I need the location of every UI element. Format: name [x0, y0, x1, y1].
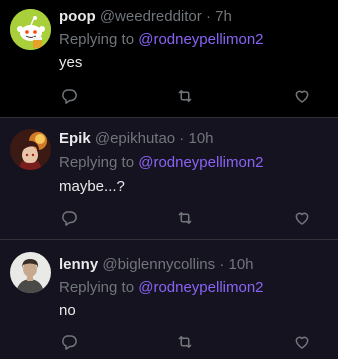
timestamp[interactable]: 10h: [188, 130, 213, 147]
avatar[interactable]: [10, 129, 51, 170]
mention-link[interactable]: @rodneypellimon2: [138, 31, 263, 48]
display-name[interactable]: lenny: [59, 256, 98, 273]
tweet-header: lenny @biglennycollins · 10h: [59, 256, 254, 274]
replying-to: Replying to @rodneypellimon2: [59, 154, 264, 172]
like-icon[interactable]: [293, 87, 311, 105]
handle[interactable]: @weedredditor: [100, 8, 202, 25]
action-bar: [0, 87, 338, 105]
like-icon[interactable]: [293, 209, 311, 227]
handle[interactable]: @biglennycollins: [102, 256, 215, 273]
handle[interactable]: @epikhutao: [95, 130, 175, 147]
avatar[interactable]: [10, 252, 51, 293]
separator: ·: [215, 256, 229, 273]
tweet-header: Epik @epikhutao · 10h: [59, 130, 214, 148]
separator: ·: [175, 130, 189, 147]
reply-tweet[interactable]: Epik @epikhutao · 10h Replying to @rodne…: [0, 118, 338, 240]
avatar[interactable]: [10, 9, 51, 50]
timestamp[interactable]: 10h: [229, 256, 254, 273]
tweet-text: no: [59, 302, 76, 319]
mention-link[interactable]: @rodneypellimon2: [138, 154, 263, 171]
retweet-icon[interactable]: [176, 209, 194, 227]
replying-prefix: Replying to: [59, 279, 139, 296]
reply-icon[interactable]: [60, 87, 78, 105]
replying-to: Replying to @rodneypellimon2: [59, 279, 264, 297]
replying-to: Replying to @rodneypellimon2: [59, 31, 264, 49]
like-icon[interactable]: [293, 333, 311, 351]
tweet-text: yes: [59, 54, 83, 71]
separator: ·: [201, 8, 216, 25]
replying-prefix: Replying to: [59, 31, 139, 48]
retweet-icon[interactable]: [176, 87, 194, 105]
person-photo-avatar: [10, 252, 51, 293]
tweet-text: maybe...?: [59, 178, 125, 195]
reply-tweet[interactable]: lenny @biglennycollins · 10h Replying to…: [0, 240, 338, 359]
display-name[interactable]: poop: [59, 8, 96, 25]
reddit-snoo-avatar: [10, 9, 51, 50]
timestamp[interactable]: 7h: [215, 8, 232, 25]
mention-link[interactable]: @rodneypellimon2: [138, 279, 263, 296]
reply-icon[interactable]: [60, 333, 78, 351]
retweet-icon[interactable]: [176, 333, 194, 351]
action-bar: [0, 209, 338, 227]
anime-character-avatar: [10, 129, 51, 170]
tweet-header: poop @weedredditor · 7h: [59, 8, 232, 26]
reply-icon[interactable]: [60, 209, 78, 227]
display-name[interactable]: Epik: [59, 130, 91, 147]
action-bar: [0, 333, 338, 351]
reply-tweet[interactable]: poop @weedredditor · 7h Replying to @rod…: [0, 0, 338, 118]
replying-prefix: Replying to: [59, 154, 139, 171]
